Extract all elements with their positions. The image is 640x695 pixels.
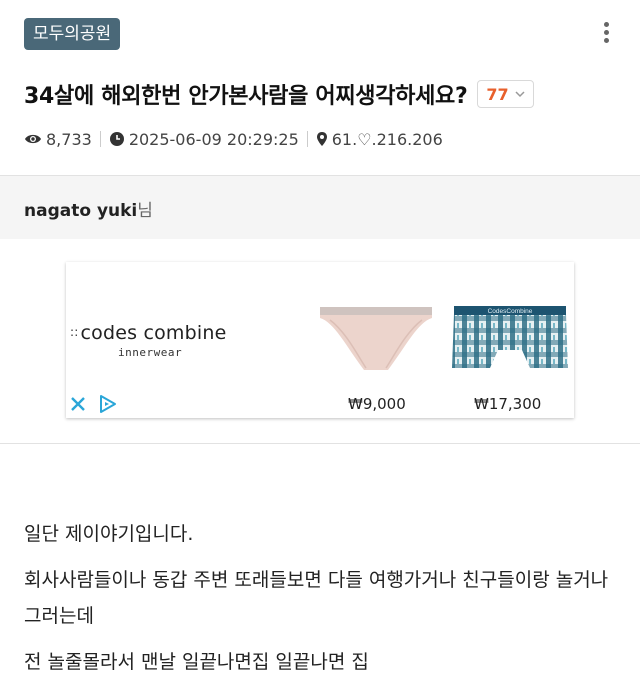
post-paragraph: 일단 제이야기입니다. [24,523,194,545]
ad-product-waistband-text: CodesCombine [488,308,533,315]
comment-count: 77 [486,84,509,104]
kebab-menu-icon[interactable] [598,22,614,46]
eye-icon [25,134,41,144]
views-count: 8,733 [46,129,92,149]
datetime-meta: 2025-06-09 20:29:25 [109,130,299,149]
post-paragraph: 회사사람들이나 동갑 주변 또래들보면 다들 여행가거나 친구들이랑 놀거나그러… [24,569,609,627]
ad-product2-price[interactable]: ₩17,300 [474,395,541,413]
content-divider [0,443,640,444]
ip-meta: 61.♡.216.206 [316,130,443,149]
comment-count-button[interactable]: 77 [477,80,534,108]
ad-product1-price[interactable]: ₩9,000 [348,395,406,413]
ad-close-icon[interactable] [70,396,86,412]
ad-brand-sub: innerwear [118,346,183,359]
post-title: 34살에 해외한번 안가본사람을 어찌생각하세요? [24,84,468,109]
clock-icon [109,132,124,146]
post-paragraph: 전 놀줄몰라서 맨날 일끝나면집 일끝나면 집 [24,651,369,673]
views-meta: 8,733 [24,130,92,149]
board-badge[interactable]: 모두의공원 [24,18,121,50]
meta-divider [99,131,101,147]
title-row: 34살에 해외한번 안가본사람을 어찌생각하세요? 77 [24,78,624,110]
ad-brand-dots: :: [70,325,79,339]
author-ip: 61.♡.216.206 [331,129,443,149]
ad-brand-name: codes combine [80,322,227,344]
author-name-row[interactable]: nagato yuki님 [24,196,153,221]
post-datetime: 2025-06-09 20:29:25 [128,129,299,149]
post-meta: 8,733 2025-06-09 20:29:25 61.♡.216.206 [24,128,443,150]
chevron-down-icon [515,91,525,98]
post-header: 모두의공원 34살에 해외한번 안가본사람을 어찌생각하세요? 77 8,733 [0,0,640,175]
ad-brand-logo: :: codes combine [70,322,227,344]
meta-divider [306,131,308,147]
ad-banner[interactable]: :: codes combine innerwear CodesCombine ₩… [66,262,574,418]
ad-product-briefs-image[interactable] [318,306,434,378]
author-suffix: 님 [137,201,153,221]
author-bar: nagato yuki님 [0,175,640,239]
ad-product-trunks-image[interactable]: CodesCombine [450,304,570,372]
adchoices-icon[interactable] [98,394,118,414]
author-name[interactable]: nagato yuki [24,201,137,221]
location-pin-icon [316,132,327,146]
post-body: 일단 제이야기입니다. 회사사람들이나 동갑 주변 또래들보면 다들 여행가거나… [24,516,624,690]
